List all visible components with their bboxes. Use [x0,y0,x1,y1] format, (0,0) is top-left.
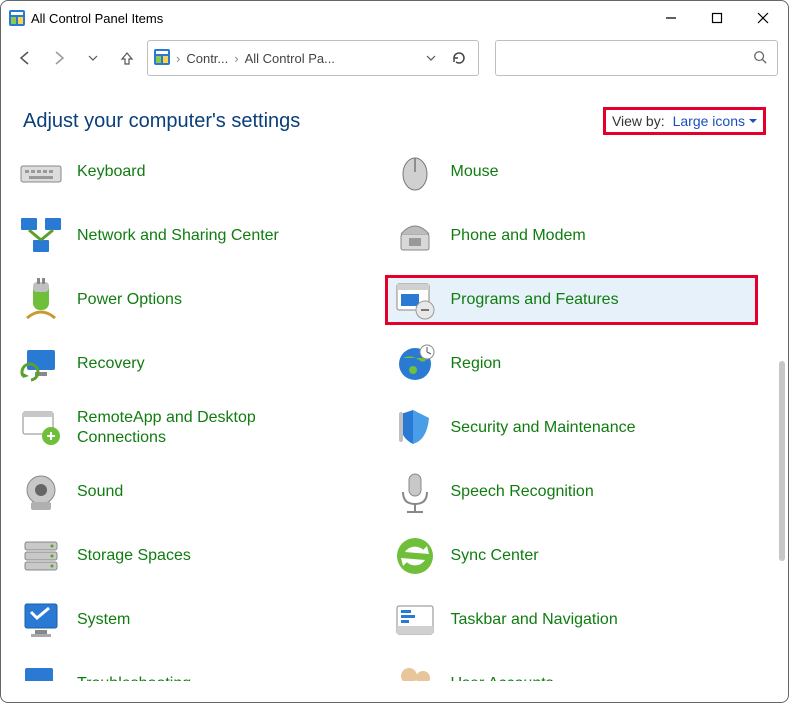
sync-icon [391,532,439,580]
item-label: Recovery [77,354,145,374]
item-label: Sync Center [451,546,539,566]
address-dropdown-button[interactable] [420,53,442,63]
item-label: Troubleshooting [77,674,191,681]
item-label: RemoteApp and Desktop Connections [77,408,317,448]
keyboard-icon [17,148,65,196]
item-label: Storage Spaces [77,546,191,566]
control-panel-items-area: Keyboard Mouse Network and Sharing Cente… [1,141,788,681]
item-label: User Accounts [451,674,554,681]
item-label: Speech Recognition [451,482,594,502]
recent-dropdown-button[interactable] [79,44,107,72]
item-label: Mouse [451,162,499,182]
search-icon [753,50,767,67]
window-frame: All Control Panel Items [0,0,789,703]
remoteapp-icon [17,404,65,452]
power-icon [17,276,65,324]
sound-icon [17,468,65,516]
recovery-icon [17,340,65,388]
item-keyboard[interactable]: Keyboard [11,147,385,197]
breadcrumb-segment[interactable]: All Control Pa... [245,51,335,66]
item-remoteapp[interactable]: RemoteApp and Desktop Connections [11,403,385,453]
item-label: Sound [77,482,123,502]
scrollbar-track[interactable] [779,141,787,681]
item-label: Network and Sharing Center [77,226,279,246]
item-region[interactable]: Region [385,339,759,389]
item-system[interactable]: System [11,595,385,645]
view-by-value[interactable]: Large icons [673,113,757,129]
phone-icon [391,212,439,260]
programs-icon [391,276,439,324]
item-speech-recognition[interactable]: Speech Recognition [385,467,759,517]
view-by-control[interactable]: View by: Large icons [603,107,766,135]
security-icon [391,404,439,452]
item-label: Phone and Modem [451,226,586,246]
network-icon [17,212,65,260]
item-sound[interactable]: Sound [11,467,385,517]
item-phone-modem[interactable]: Phone and Modem [385,211,759,261]
item-taskbar-navigation[interactable]: Taskbar and Navigation [385,595,759,645]
breadcrumb-segment[interactable]: Contr... [186,51,228,66]
item-recovery[interactable]: Recovery [11,339,385,389]
maximize-button[interactable] [694,3,740,33]
storage-icon [17,532,65,580]
address-bar[interactable]: › Contr... › All Control Pa... [147,40,479,76]
item-label: Programs and Features [451,290,619,310]
item-storage-spaces[interactable]: Storage Spaces [11,531,385,581]
speech-icon [391,468,439,516]
crumb-sep-icon: › [174,51,182,66]
item-user-accounts[interactable]: User Accounts [385,659,759,681]
titlebar: All Control Panel Items [1,1,788,35]
region-icon [391,340,439,388]
page-heading: Adjust your computer's settings [23,110,300,133]
item-network-sharing[interactable]: Network and Sharing Center [11,211,385,261]
back-button[interactable] [11,44,39,72]
view-by-label: View by: [612,113,665,129]
mouse-icon [391,148,439,196]
dropdown-icon [749,117,757,125]
item-label: Security and Maintenance [451,418,636,438]
up-button[interactable] [113,44,141,72]
item-mouse[interactable]: Mouse [385,147,759,197]
item-troubleshooting[interactable]: Troubleshooting [11,659,385,681]
view-by-text: Large icons [673,113,745,129]
item-label: Region [451,354,502,374]
item-power-options[interactable]: Power Options [11,275,385,325]
troubleshooting-icon [17,660,65,681]
address-icon [154,49,170,68]
scrollbar-thumb[interactable] [779,361,785,561]
item-sync-center[interactable]: Sync Center [385,531,759,581]
control-panel-icon [9,10,25,26]
item-programs-features[interactable]: Programs and Features [385,275,759,325]
item-security-maintenance[interactable]: Security and Maintenance [385,403,759,453]
crumb-sep-icon: › [232,51,240,66]
taskbar-icon [391,596,439,644]
item-label: Taskbar and Navigation [451,610,618,630]
window-title: All Control Panel Items [31,11,163,26]
refresh-button[interactable] [446,50,472,66]
forward-button[interactable] [45,44,73,72]
heading-row: Adjust your computer's settings View by:… [1,87,788,141]
nav-row: › Contr... › All Control Pa... [1,35,788,87]
close-button[interactable] [740,3,786,33]
search-input[interactable] [495,40,778,76]
user-accounts-icon [391,660,439,681]
item-label: Keyboard [77,162,146,182]
system-icon [17,596,65,644]
minimize-button[interactable] [648,3,694,33]
item-label: Power Options [77,290,182,310]
item-label: System [77,610,130,630]
